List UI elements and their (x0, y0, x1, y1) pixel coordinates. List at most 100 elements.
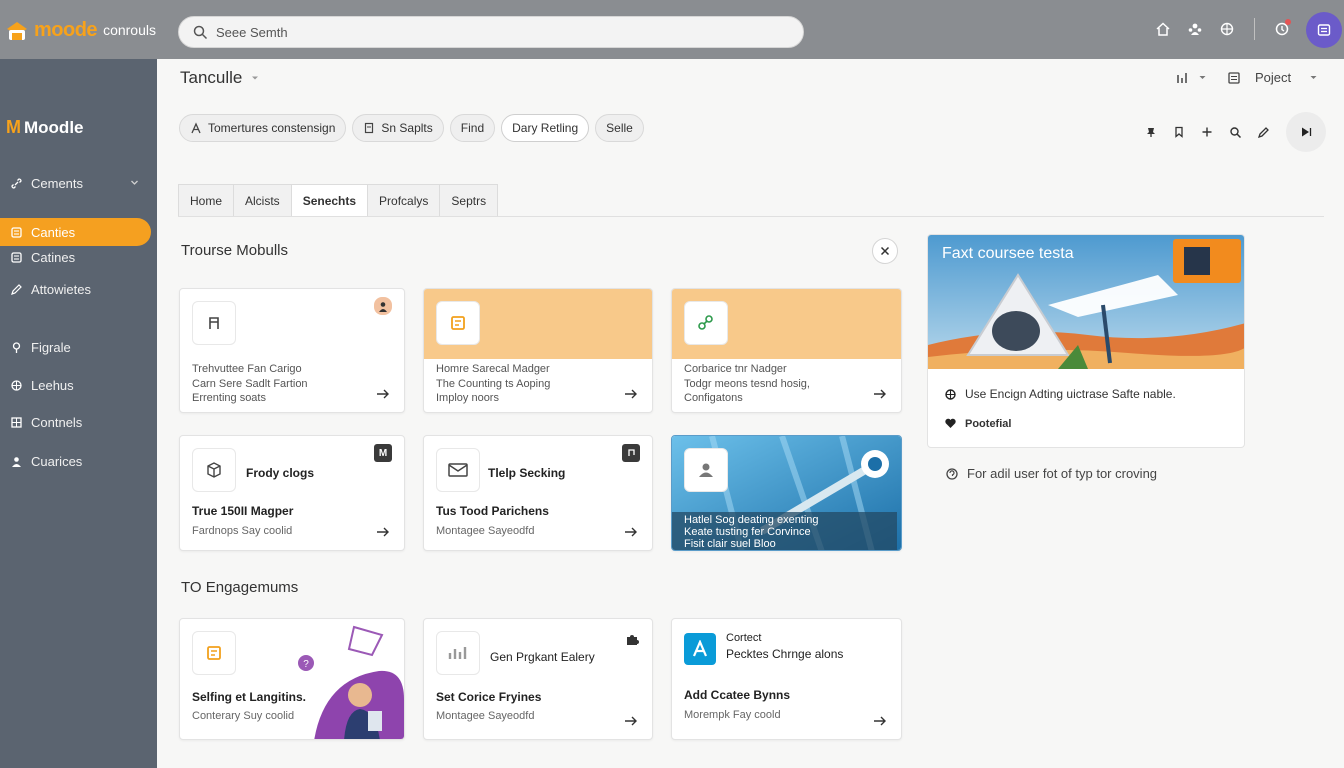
list-icon (11, 251, 22, 263)
course-card[interactable]: ? Selfing et Langitins. Conterary Suy co… (179, 618, 405, 740)
card-line: Trehvuttee Fan Carigo (192, 363, 302, 375)
list-icon (1228, 71, 1240, 84)
sidebar-item-canties[interactable]: Canties (0, 218, 151, 246)
chip-dary-retling[interactable]: Dary Retling (501, 114, 590, 142)
chart-icon (436, 631, 480, 675)
chevron-down-icon[interactable] (130, 178, 139, 187)
chip-label: Tomertures constensign (208, 121, 336, 135)
top-bar: moode conrouls (0, 0, 1344, 59)
search-input[interactable] (216, 24, 776, 40)
arrow-right-icon[interactable] (873, 715, 887, 727)
breadcrumb-title: Tanculle (180, 68, 243, 87)
breadcrumb[interactable]: Tanculle (180, 68, 260, 88)
share-icon (684, 301, 728, 345)
chip-label: Sn Saplts (381, 121, 433, 135)
chip-sn-saplts[interactable]: Sn Saplts (352, 114, 444, 142)
course-card[interactable]: Homre Sarecal Madger The Counting ts Aop… (423, 288, 653, 413)
tab-profcalys[interactable]: Profcalys (367, 184, 440, 217)
course-card[interactable]: Tlelp Secking Tus Tood Parichens Montage… (423, 435, 653, 551)
tab-home[interactable]: Home (178, 184, 234, 217)
globe-icon (945, 388, 956, 400)
users-icon[interactable] (1184, 18, 1206, 40)
arrow-right-icon[interactable] (624, 715, 638, 727)
edit-icon[interactable] (1254, 123, 1272, 141)
sidebar-logo[interactable]: M Moodle (6, 117, 84, 138)
course-card-image[interactable]: Hatlel Sog deating exenting Keate tustin… (671, 435, 902, 551)
promo-item[interactable]: Pootefial (944, 417, 1011, 430)
promo-title: Faxt coursee testa (942, 245, 1074, 262)
sidebar-item-label: Cuarices (31, 453, 83, 469)
a-icon (684, 633, 716, 665)
sidebar-item-contnels[interactable]: Contnels (0, 408, 151, 436)
bookmark-icon[interactable] (1170, 123, 1188, 141)
sidebar-item-cements[interactable]: Cements (0, 169, 151, 197)
sidebar-item-figrale[interactable]: Figrale (0, 333, 151, 361)
chip-find[interactable]: Find (449, 114, 496, 142)
tab-septrs[interactable]: Septrs (439, 184, 499, 217)
close-icon (880, 246, 890, 256)
box-icon (192, 448, 236, 492)
separator (1254, 18, 1255, 40)
arrow-right-icon[interactable] (624, 388, 638, 400)
document-icon (365, 122, 374, 134)
close-button[interactable] (872, 238, 898, 264)
chevron-down-icon[interactable] (1309, 73, 1318, 82)
music-icon (192, 301, 236, 345)
card-subtitle: Set Corice Fryines (436, 690, 542, 704)
course-card[interactable]: Frody clogs M True 150II Magper Fardnops… (179, 435, 405, 551)
puzzle-icon[interactable] (624, 631, 640, 647)
pin-icon (12, 341, 21, 353)
card-subtitle: Tus Tood Parichens (436, 504, 549, 518)
arrow-right-icon[interactable] (376, 526, 390, 538)
arrow-right-icon[interactable] (376, 388, 390, 400)
chip-selle[interactable]: Selle (595, 114, 644, 142)
home-icon[interactable] (1152, 18, 1174, 40)
card-meta: Conterary Suy coolid (192, 710, 295, 722)
course-card[interactable]: Cortect Pecktes Chrnge alons Add Ccatee … (671, 618, 902, 740)
arrow-right-icon[interactable] (873, 388, 887, 400)
arrow-right-icon[interactable] (624, 526, 638, 538)
sidebar-item-leehus[interactable]: Leehus (0, 371, 151, 399)
zoom-icon[interactable] (1226, 123, 1244, 141)
chevron-down-icon[interactable] (1198, 73, 1207, 82)
course-card[interactable]: Trehvuttee Fan Carigo Carn Sere Sadlt Fa… (179, 288, 405, 413)
card-line: Keate tusting fer Corvince (684, 526, 811, 538)
card-subtitle-2: Pecktes Chrnge alons (726, 647, 844, 661)
sidebar-item-attowietes[interactable]: Attowietes (0, 275, 151, 303)
tab-senechts[interactable]: Senechts (290, 184, 368, 217)
notification-icon[interactable] (1271, 18, 1293, 40)
user-avatar[interactable] (1306, 12, 1342, 48)
grid-icon (11, 416, 22, 428)
moodle-m-icon: M (6, 117, 21, 137)
person-icon (191, 122, 201, 134)
card-subtitle: Selfing et Langitins. (192, 690, 307, 704)
course-card[interactable]: Corbarice tnr Nadger Todgr meons tesnd h… (671, 288, 902, 413)
play-button[interactable] (1286, 112, 1326, 152)
card-subtitle: Add Ccatee Bynns (684, 688, 791, 702)
help-link-text: For adil user fot of typ tor croving (967, 466, 1158, 481)
card-meta: Morempk Fay coold (684, 709, 781, 721)
card-subtitle: True 150II Magper (192, 504, 294, 518)
chart-icon[interactable] (1176, 71, 1190, 85)
link-icon (11, 177, 22, 189)
project-label[interactable]: Poject (1255, 70, 1291, 85)
plus-icon[interactable] (1198, 123, 1216, 141)
pin-icon[interactable] (1142, 123, 1160, 141)
card-meta: Montagee Sayeodfd (436, 525, 535, 537)
support-icon (946, 467, 958, 480)
help-link[interactable]: For adil user fot of typ tor croving (945, 466, 1157, 481)
card-description: Homre Sarecal Madger The Counting ts Aop… (436, 362, 550, 406)
tab-alcists[interactable]: Alcists (233, 184, 291, 217)
chip-tomertures[interactable]: Tomertures constensign (179, 114, 347, 142)
chip-label: Find (460, 121, 485, 135)
brand-logo[interactable]: moode conrouls (4, 17, 156, 43)
promo-panel[interactable]: Faxt coursee testa Use Encign Adting uic… (927, 234, 1245, 448)
globe-icon[interactable] (1216, 18, 1238, 40)
search-bar[interactable] (178, 16, 804, 48)
sidebar-item-catines[interactable]: Catines (0, 243, 151, 271)
course-card[interactable]: Gen Prgkant Ealery Set Corice Fryines Mo… (423, 618, 653, 740)
sidebar-item-cuarices[interactable]: Cuarices (0, 447, 151, 475)
promo-item[interactable]: Use Encign Adting uictrase Safte nable. (944, 387, 1176, 401)
sidebar-logo-text: Moodle (24, 117, 84, 137)
top-actions (1152, 18, 1293, 40)
